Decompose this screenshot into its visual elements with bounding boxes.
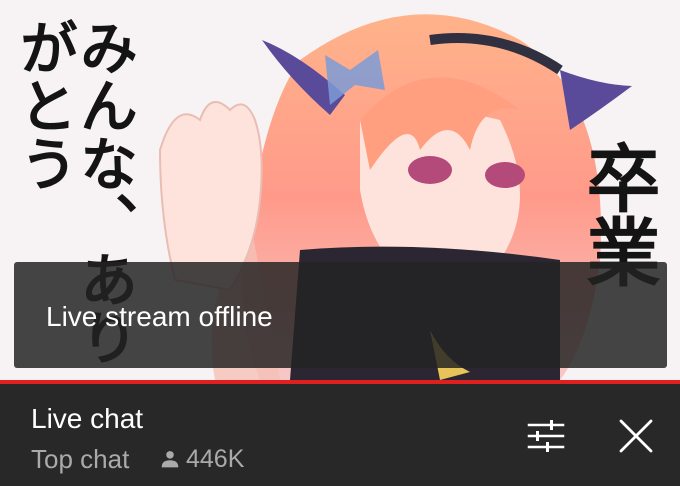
live-chat-header: Live chat Top chat 446K (0, 384, 680, 486)
viewer-count-value: 446K (186, 445, 245, 473)
close-icon (619, 419, 653, 453)
chat-settings-button[interactable] (524, 414, 568, 458)
chat-title: Live chat (31, 403, 144, 434)
offline-banner: Live stream offline (14, 262, 667, 368)
chat-filter-dropdown[interactable]: Top chat (31, 443, 129, 475)
person-icon (161, 451, 179, 468)
video-player[interactable]: みんな、ありがとう 卒業 Live stream offline (0, 0, 680, 380)
close-chat-button[interactable] (614, 414, 658, 458)
offline-message: Live stream offline (46, 301, 273, 332)
viewer-count: 446K (160, 443, 244, 475)
sliders-icon (527, 420, 565, 452)
